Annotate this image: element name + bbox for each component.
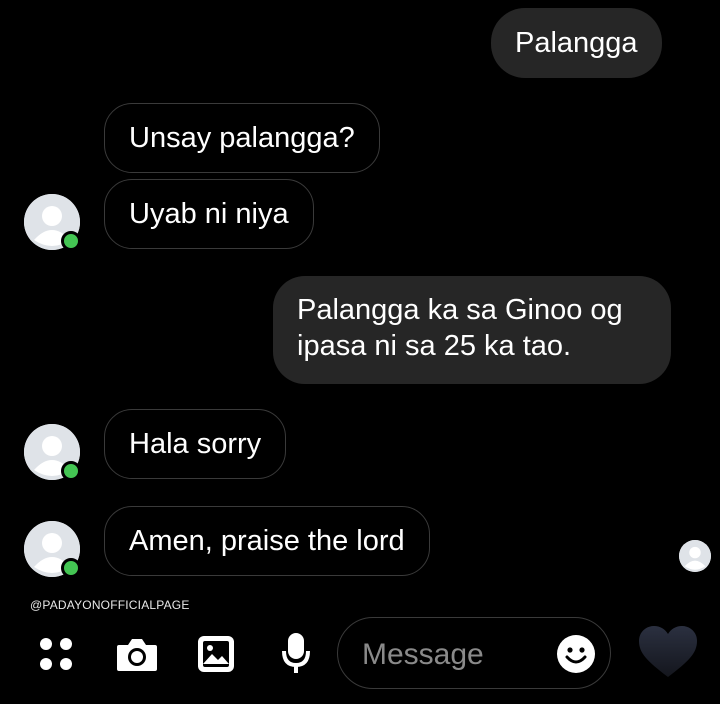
online-status-dot [61, 558, 81, 578]
message-bubble-incoming[interactable]: Amen, praise the lord [104, 506, 430, 576]
camera-icon[interactable] [114, 634, 160, 674]
message-text: Amen, praise the lord [129, 525, 405, 557]
message-text: Uyab ni niya [129, 198, 289, 230]
watermark-text: @PADAYONOFFICIALPAGE [30, 598, 190, 612]
message-bubble-incoming[interactable]: Hala sorry [104, 409, 287, 479]
message-bubble-outgoing[interactable]: Palangga ka sa Ginoo og ipasa ni sa 25 k… [273, 276, 671, 384]
contact-avatar[interactable] [24, 194, 81, 251]
message-input-container[interactable] [337, 617, 611, 689]
message-text: Palangga ka sa Ginoo og ipasa ni sa 25 k… [297, 294, 623, 362]
message-text: Hala sorry [129, 428, 262, 460]
seen-receipt-avatar [679, 540, 711, 572]
message-input[interactable] [360, 634, 554, 676]
message-text: Unsay palangga? [129, 122, 355, 154]
emoji-icon[interactable] [556, 634, 596, 674]
gallery-icon[interactable] [195, 633, 237, 675]
message-bubble-outgoing[interactable]: Palangga [491, 8, 662, 78]
message-bubble-incoming[interactable]: Uyab ni niya [104, 179, 314, 249]
online-status-dot [61, 231, 81, 251]
message-bubble-incoming[interactable]: Unsay palangga? [104, 103, 380, 173]
microphone-icon[interactable] [279, 630, 313, 676]
online-status-dot [61, 461, 81, 481]
default-avatar-icon [679, 540, 711, 572]
menu-dots-icon[interactable] [36, 634, 76, 674]
contact-avatar[interactable] [24, 521, 81, 578]
heart-icon[interactable] [636, 624, 700, 680]
contact-avatar[interactable] [24, 424, 81, 481]
message-text: Palangga [515, 27, 638, 59]
